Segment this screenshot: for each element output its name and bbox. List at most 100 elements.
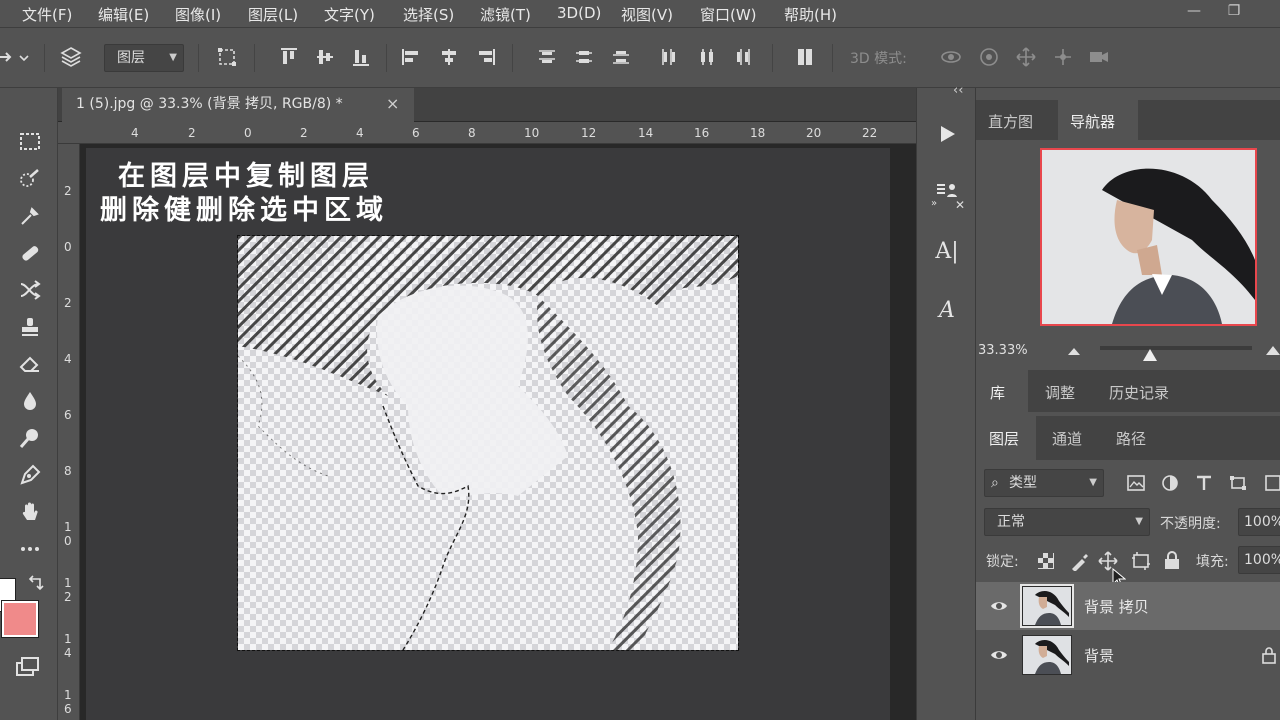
lock-transparent-pixels-icon[interactable] — [1037, 552, 1055, 570]
distribute-right-icon[interactable] — [732, 46, 754, 68]
chevron-down-icon[interactable] — [16, 46, 32, 68]
roll-3d-icon[interactable] — [978, 46, 1000, 68]
tab-paths[interactable]: 路径 — [1116, 428, 1146, 449]
collapse-panels-button[interactable]: ‹‹ — [953, 83, 963, 98]
scale-3d-camera-icon[interactable] — [1088, 46, 1110, 68]
align-top-icon[interactable] — [278, 46, 300, 68]
tab-channels[interactable]: 通道 — [1052, 428, 1082, 449]
menu-help[interactable]: 帮助(H) — [784, 4, 837, 25]
menu-window[interactable]: 窗口(W) — [700, 4, 757, 25]
filter-shape-icon[interactable] — [1228, 474, 1248, 492]
distribute-vcenter-icon[interactable] — [573, 46, 595, 68]
menu-layer[interactable]: 图层(L) — [248, 4, 298, 25]
layer-name[interactable]: 背景 — [1084, 645, 1114, 666]
transform-controls-icon[interactable] — [216, 46, 238, 68]
character-panel-button[interactable]: A| — [927, 231, 967, 271]
background-color-swatch[interactable] — [1, 600, 39, 638]
menu-edit[interactable]: 编辑(E) — [98, 4, 149, 25]
marquee-tool[interactable] — [14, 126, 46, 158]
glyphs-panel-button[interactable]: A — [927, 290, 967, 330]
auto-align-layers-icon[interactable] — [794, 46, 816, 68]
layer-name[interactable]: 背景 拷贝 — [1084, 596, 1149, 617]
filter-smart-object-icon[interactable] — [1264, 474, 1280, 492]
zoom-slider-thumb[interactable] — [1142, 348, 1158, 364]
distribute-bottom-icon[interactable] — [610, 46, 632, 68]
eyedropper-tool[interactable] — [14, 200, 46, 232]
move-tool-preset-icon[interactable] — [0, 46, 16, 68]
menu-select[interactable]: 选择(S) — [403, 4, 454, 25]
expand-icon[interactable]: » — [931, 198, 937, 209]
tab-history[interactable]: 历史记录 — [1109, 382, 1169, 403]
menu-file[interactable]: 文件(F) — [22, 4, 72, 25]
close-icon[interactable]: ✕ — [955, 198, 965, 212]
tab-library[interactable]: 库 — [990, 382, 1005, 403]
restore-button[interactable]: ❐ — [1216, 0, 1252, 24]
distribute-left-icon[interactable] — [658, 46, 680, 68]
auto-select-dropdown[interactable]: 图层 ▼ — [104, 44, 184, 72]
menu-view[interactable]: 视图(V) — [621, 4, 673, 25]
layer-thumbnail — [1022, 635, 1072, 675]
tab-histogram[interactable]: 直方图 — [988, 111, 1033, 132]
menu-image[interactable]: 图像(I) — [175, 4, 221, 25]
close-tab-icon[interactable]: × — [386, 88, 399, 120]
hand-tool[interactable] — [14, 496, 46, 528]
slide-3d-icon[interactable] — [1052, 46, 1074, 68]
zoom-out-icon[interactable] — [1066, 346, 1082, 356]
chevron-down-icon: ▼ — [169, 52, 177, 63]
align-right-icon[interactable] — [475, 46, 497, 68]
orbit-3d-icon[interactable] — [940, 46, 962, 68]
align-left-icon[interactable] — [400, 46, 422, 68]
align-horizontal-center-icon[interactable] — [438, 46, 460, 68]
navigator-zoom-value[interactable]: 33.33% — [978, 343, 1028, 358]
fill-field[interactable]: 100% — [1238, 546, 1280, 574]
tab-navigator[interactable]: 导航器 — [1070, 111, 1115, 132]
vertical-ruler[interactable]: 2 0 2 4 6 8 10 12 14 16 — [58, 144, 80, 720]
lock-artboard-icon[interactable] — [1130, 551, 1152, 571]
visibility-eye-icon[interactable] — [990, 597, 1008, 615]
tab-adjustments[interactable]: 调整 — [1045, 382, 1075, 403]
ruler-label: 16 — [694, 126, 710, 140]
menu-filter[interactable]: 滤镜(T) — [480, 4, 531, 25]
visibility-eye-icon[interactable] — [990, 646, 1008, 664]
layer-row[interactable]: 背景 拷贝 — [976, 582, 1280, 630]
distribute-top-icon[interactable] — [536, 46, 558, 68]
eraser-tool[interactable] — [14, 348, 46, 380]
zoom-in-icon[interactable] — [1264, 344, 1280, 356]
minimize-button[interactable]: — — [1176, 0, 1212, 24]
lock-all-icon[interactable] — [1163, 550, 1181, 570]
clone-stamp-tool[interactable] — [14, 311, 46, 343]
tab-layers[interactable]: 图层 — [989, 428, 1019, 449]
align-bottom-icon[interactable] — [350, 46, 372, 68]
pan-3d-icon[interactable] — [1015, 46, 1037, 68]
document-tab[interactable]: 1 (5).jpg @ 33.3% (背景 拷贝, RGB/8) * × — [62, 88, 414, 122]
dodge-tool[interactable] — [14, 422, 46, 454]
content-aware-move-tool[interactable] — [14, 274, 46, 306]
quick-selection-tool[interactable] — [14, 163, 46, 195]
horizontal-ruler[interactable]: 4 2 0 2 4 6 8 10 12 14 16 18 20 22 — [58, 122, 916, 144]
blur-tool[interactable] — [14, 385, 46, 417]
pen-tool[interactable] — [14, 459, 46, 491]
healing-brush-tool[interactable] — [14, 237, 46, 269]
auto-select-layers-icon[interactable] — [60, 46, 82, 68]
play-icon — [941, 126, 955, 142]
zoom-slider-track[interactable] — [1100, 346, 1252, 350]
layer-content-transparent[interactable] — [237, 235, 739, 651]
layer-row[interactable]: 背景 — [976, 631, 1280, 679]
menu-type[interactable]: 文字(Y) — [324, 4, 375, 25]
navigator-preview[interactable] — [1040, 148, 1257, 326]
more-tools[interactable] — [14, 533, 46, 565]
align-vertical-center-icon[interactable] — [314, 46, 336, 68]
filter-adjustment-icon[interactable] — [1160, 474, 1180, 492]
swap-colors-button[interactable] — [26, 573, 46, 593]
filter-type-icon[interactable] — [1194, 474, 1214, 492]
ruler-label: 2 — [188, 126, 196, 140]
filter-pixel-icon[interactable] — [1126, 474, 1146, 492]
blend-mode-dropdown[interactable]: 正常 ▼ — [984, 508, 1150, 536]
actions-panel-button[interactable] — [927, 114, 967, 154]
distribute-hcenter-icon[interactable] — [696, 46, 718, 68]
screen-mode-button[interactable] — [12, 651, 44, 683]
menu-3d[interactable]: 3D(D) — [557, 4, 601, 22]
layer-filter-dropdown[interactable]: ⌕ 类型 ▼ — [984, 469, 1104, 497]
lock-image-pixels-icon[interactable] — [1069, 551, 1089, 571]
opacity-field[interactable]: 100% — [1238, 508, 1280, 536]
